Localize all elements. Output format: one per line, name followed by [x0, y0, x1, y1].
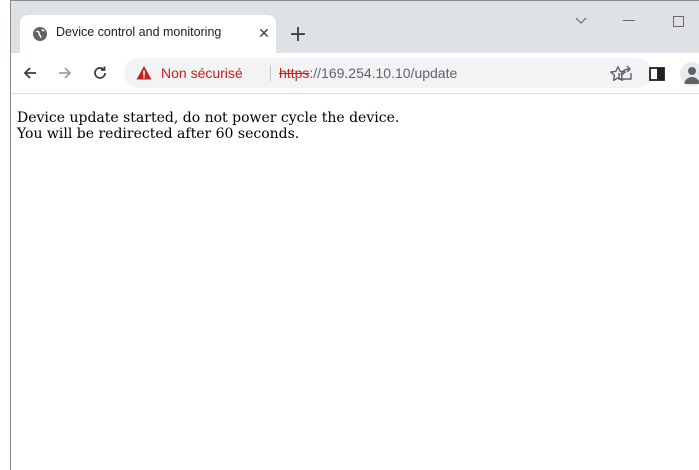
tab-title: Device control and monitoring [56, 25, 222, 39]
page-content: Device update started, do not power cycl… [17, 110, 677, 142]
url-text[interactable]: https://169.254.10.10/update [279, 65, 457, 81]
forward-arrow-icon [59, 67, 72, 79]
profile-avatar[interactable] [680, 62, 699, 86]
redirect-message: You will be redirected after 60 seconds. [17, 126, 300, 142]
maximize-button[interactable] [663, 9, 693, 33]
bookmark-star-icon[interactable] [609, 65, 627, 83]
chevron-down-icon [575, 17, 587, 24]
address-bar[interactable]: Non sécurisé https://169.254.10.10/updat… [124, 58, 652, 88]
tab-device-control[interactable]: Device control and monitoring ✕ [20, 15, 276, 53]
minimize-icon [623, 20, 635, 21]
update-status-message: Device update started, do not power cycl… [17, 110, 400, 126]
minimize-button[interactable] [614, 9, 644, 33]
url-rest: ://169.254.10.10/update [309, 65, 458, 81]
back-arrow-icon [23, 67, 36, 79]
reload-icon [94, 66, 106, 79]
url-scheme: https [279, 65, 310, 81]
tab-close-button[interactable]: ✕ [254, 24, 274, 44]
new-tab-button[interactable]: + [285, 21, 311, 47]
browser-toolbar: Non sécurisé https://169.254.10.10/updat… [11, 53, 699, 94]
back-button[interactable] [16, 59, 44, 87]
side-panel-icon[interactable] [648, 65, 666, 83]
omnibox-separator [270, 65, 271, 81]
browser-window: Device control and monitoring ✕ + Non sé… [10, 0, 699, 470]
security-status[interactable]: Non sécurisé [161, 65, 243, 81]
globe-icon [33, 27, 47, 41]
person-icon [684, 67, 699, 84]
reload-button[interactable] [86, 59, 114, 87]
forward-button[interactable] [51, 59, 79, 87]
tab-search-button[interactable] [566, 9, 596, 33]
maximize-icon [672, 15, 684, 27]
warning-icon [136, 66, 152, 80]
tab-strip: Device control and monitoring ✕ + [11, 1, 699, 53]
